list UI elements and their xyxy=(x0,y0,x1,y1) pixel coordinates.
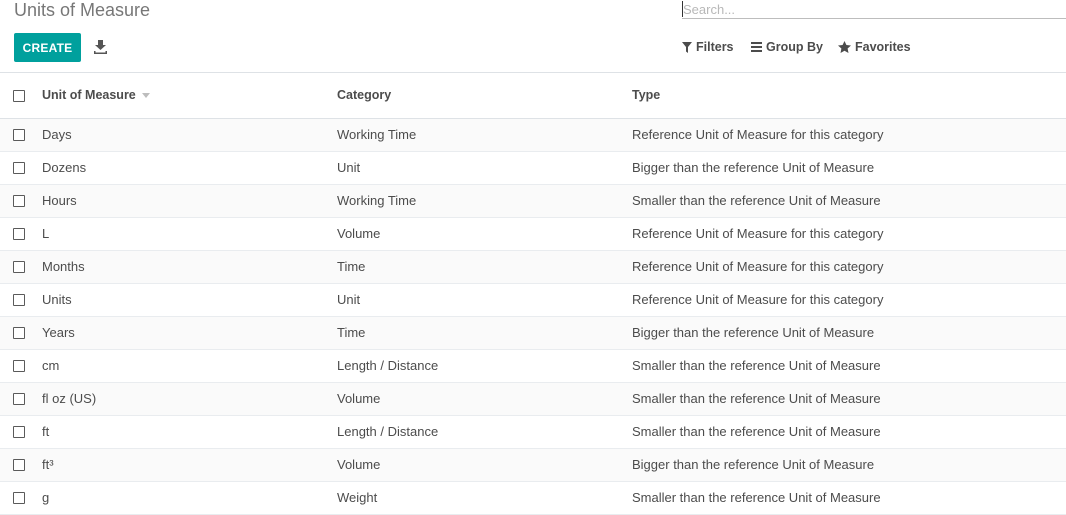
column-header-unit-label: Unit of Measure xyxy=(42,88,136,102)
cell-unit: Years xyxy=(42,325,75,340)
cell-unit: L xyxy=(42,226,50,241)
table-header: Unit of Measure Category Type xyxy=(0,73,1066,119)
column-header-type[interactable]: Type xyxy=(632,88,660,103)
favorites-button[interactable]: Favorites xyxy=(838,38,911,56)
table-row[interactable]: Years Time Bigger than the reference Unit … xyxy=(0,317,1066,350)
group-by-button[interactable]: Group By xyxy=(751,38,823,56)
row-checkbox[interactable] xyxy=(13,327,25,339)
row-checkbox[interactable] xyxy=(13,129,25,141)
cell-type: Bigger than the reference Unit of Measur… xyxy=(632,457,875,472)
table-row[interactable]: ft³ Volume Bigger than the reference Unit … xyxy=(0,449,1066,482)
cell-unit: Days xyxy=(42,127,72,142)
table-row[interactable]: ft Length / Distance Smaller than the refe… xyxy=(0,416,1066,449)
cell-type: Smaller than the reference Unit of Measu… xyxy=(632,193,881,208)
cell-type: Reference Unit of Measure for this categ… xyxy=(632,292,884,307)
table-row[interactable]: L Volume Reference Unit of Measure for thi… xyxy=(0,218,1066,251)
star-icon xyxy=(838,41,851,53)
cell-unit: cm xyxy=(42,358,60,373)
row-checkbox[interactable] xyxy=(13,459,25,471)
cell-category: Unit xyxy=(337,292,361,307)
table-body: Days Working Time Reference Unit of Measur… xyxy=(0,119,1066,515)
filter-icon xyxy=(682,41,692,53)
cell-type: Reference Unit of Measure for this categ… xyxy=(632,259,884,274)
group-by-label: Group By xyxy=(766,40,823,54)
row-checkbox[interactable] xyxy=(13,426,25,438)
cell-category: Volume xyxy=(337,226,381,241)
cell-unit: Units xyxy=(42,292,72,307)
table-row[interactable]: Months Time Reference Unit of Measure for … xyxy=(0,251,1066,284)
cell-category: Volume xyxy=(337,457,381,472)
cell-unit: Dozens xyxy=(42,160,87,175)
row-checkbox[interactable] xyxy=(13,195,25,207)
cell-unit: fl oz (US) xyxy=(42,391,97,406)
table-row[interactable]: Hours Working Time Smaller than the refere… xyxy=(0,185,1066,218)
cell-type: Smaller than the reference Unit of Measu… xyxy=(632,358,881,373)
filters-label: Filters xyxy=(696,40,734,54)
filters-button[interactable]: Filters xyxy=(682,38,734,56)
page-title: Units of Measure xyxy=(14,0,151,20)
row-checkbox[interactable] xyxy=(13,228,25,240)
cell-type: Reference Unit of Measure for this categ… xyxy=(632,226,884,241)
cell-unit: ft xyxy=(42,424,50,439)
cell-category: Unit xyxy=(337,160,361,175)
row-checkbox[interactable] xyxy=(13,261,25,273)
table-row[interactable]: cm Length / Distance Smaller than the refe… xyxy=(0,350,1066,383)
table-row[interactable]: fl oz (US) Volume Smaller than the referen… xyxy=(0,383,1066,416)
cell-category: Working Time xyxy=(337,193,417,208)
cell-category: Time xyxy=(337,325,366,340)
cell-type: Bigger than the reference Unit of Measur… xyxy=(632,325,875,340)
column-header-unit[interactable]: Unit of Measure xyxy=(42,88,150,103)
cell-type: Smaller than the reference Unit of Measu… xyxy=(632,391,881,406)
cell-category: Working Time xyxy=(337,127,417,142)
row-checkbox[interactable] xyxy=(13,393,25,405)
search-cursor xyxy=(682,1,683,17)
download-icon[interactable] xyxy=(93,39,108,55)
bars-icon xyxy=(751,42,762,52)
table-row[interactable]: Days Working Time Reference Unit of Measur… xyxy=(0,119,1066,152)
row-checkbox[interactable] xyxy=(13,294,25,306)
table-row[interactable]: Dozens Unit Bigger than the reference Unit… xyxy=(0,152,1066,185)
create-button[interactable]: CREATE xyxy=(14,33,81,62)
column-header-category[interactable]: Category xyxy=(337,88,391,103)
select-all-checkbox[interactable] xyxy=(13,90,25,102)
cell-category: Volume xyxy=(337,391,381,406)
cell-type: Bigger than the reference Unit of Measur… xyxy=(632,160,875,175)
table-row[interactable]: g Weight Smaller than the reference Unit o… xyxy=(0,482,1066,515)
row-checkbox[interactable] xyxy=(13,492,25,504)
uom-table: Unit of Measure Category Type Days Workin… xyxy=(0,73,1066,515)
cell-unit: Months xyxy=(42,259,85,274)
row-checkbox[interactable] xyxy=(13,360,25,372)
cell-category: Length / Distance xyxy=(337,424,439,439)
sort-caret-icon xyxy=(141,93,150,99)
cell-unit: Hours xyxy=(42,193,77,208)
favorites-label: Favorites xyxy=(855,40,911,54)
table-row[interactable]: Units Unit Reference Unit of Measure for t… xyxy=(0,284,1066,317)
cell-category: Time xyxy=(337,259,366,274)
search-input[interactable] xyxy=(682,0,1066,19)
cell-unit: ft³ xyxy=(42,457,54,472)
cell-type: Reference Unit of Measure for this categ… xyxy=(632,127,884,142)
cell-type: Smaller than the reference Unit of Measu… xyxy=(632,424,881,439)
cell-category: Length / Distance xyxy=(337,358,439,373)
row-checkbox[interactable] xyxy=(13,162,25,174)
